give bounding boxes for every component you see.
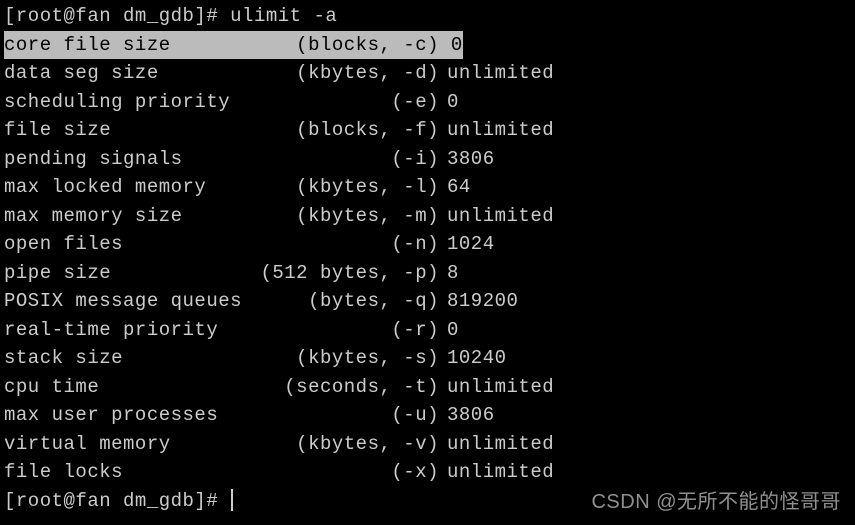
limit-value: 3806 xyxy=(439,401,495,430)
terminal[interactable]: [root@fan dm_gdb]# ulimit -a core file s… xyxy=(0,0,855,517)
output-row: file locks(-x)unlimited xyxy=(4,458,851,487)
output-row: POSIX message queues(bytes, -q)819200 xyxy=(4,287,851,316)
limit-unit: (-i) xyxy=(244,145,439,174)
limit-unit: (kbytes, -l) xyxy=(244,173,439,202)
entered-command: ulimit -a xyxy=(230,5,337,27)
limit-name: max user processes xyxy=(4,401,244,430)
limit-value: 0 xyxy=(439,34,463,56)
limit-name: open files xyxy=(4,230,244,259)
output-row: virtual memory(kbytes, -v)unlimited xyxy=(4,430,851,459)
limit-name: file size xyxy=(4,116,244,145)
limit-value: 0 xyxy=(439,88,459,117)
limit-value: 3806 xyxy=(439,145,495,174)
shell-prompt: [root@fan dm_gdb]# xyxy=(4,490,230,512)
limit-unit: (-x) xyxy=(244,458,439,487)
limit-unit: (kbytes, -v) xyxy=(244,430,439,459)
output-row: pipe size(512 bytes, -p)8 xyxy=(4,259,851,288)
limit-value: unlimited xyxy=(439,430,554,459)
output-row: max memory size(kbytes, -m)unlimited xyxy=(4,202,851,231)
cursor xyxy=(231,489,233,511)
limit-unit: (blocks, -c) xyxy=(244,31,439,60)
limit-value: 10240 xyxy=(439,344,507,373)
limit-unit: (kbytes, -d) xyxy=(244,59,439,88)
output-row: max user processes(-u)3806 xyxy=(4,401,851,430)
limit-value: unlimited xyxy=(439,202,554,231)
highlighted-row: core file size(blocks, -c) 0 xyxy=(4,31,463,60)
watermark: CSDN @无所不能的怪哥哥 xyxy=(591,487,841,517)
limit-unit: (seconds, -t) xyxy=(244,373,439,402)
output-row: file size(blocks, -f)unlimited xyxy=(4,116,851,145)
limit-name: cpu time xyxy=(4,373,244,402)
limit-unit: (kbytes, -m) xyxy=(244,202,439,231)
limit-unit: (bytes, -q) xyxy=(244,287,439,316)
output-row: data seg size(kbytes, -d)unlimited xyxy=(4,59,851,88)
limit-value: unlimited xyxy=(439,59,554,88)
limit-name: real-time priority xyxy=(4,316,244,345)
limit-unit: (blocks, -f) xyxy=(244,116,439,145)
limit-unit: (-n) xyxy=(244,230,439,259)
limit-name: pending signals xyxy=(4,145,244,174)
limit-value: unlimited xyxy=(439,373,554,402)
limit-value: unlimited xyxy=(439,116,554,145)
limit-unit: (512 bytes, -p) xyxy=(244,259,439,288)
limit-name: scheduling priority xyxy=(4,88,244,117)
limit-name: file locks xyxy=(4,458,244,487)
output-row: stack size(kbytes, -s)10240 xyxy=(4,344,851,373)
output-row: scheduling priority(-e)0 xyxy=(4,88,851,117)
limit-unit: (-u) xyxy=(244,401,439,430)
limit-unit: (kbytes, -s) xyxy=(244,344,439,373)
output-row: pending signals(-i)3806 xyxy=(4,145,851,174)
limit-name: data seg size xyxy=(4,59,244,88)
limit-unit: (-e) xyxy=(244,88,439,117)
output-row: core file size(blocks, -c) 0 xyxy=(4,31,851,60)
limit-name: virtual memory xyxy=(4,430,244,459)
limit-unit: (-r) xyxy=(244,316,439,345)
limit-value: 8 xyxy=(439,259,459,288)
output-row: real-time priority(-r)0 xyxy=(4,316,851,345)
limit-value: 64 xyxy=(439,173,471,202)
limit-value: 819200 xyxy=(439,287,518,316)
limit-name: core file size xyxy=(4,31,244,60)
shell-prompt: [root@fan dm_gdb]# xyxy=(4,5,230,27)
limit-name: max memory size xyxy=(4,202,244,231)
output-rows: core file size(blocks, -c) 0data seg siz… xyxy=(4,31,851,487)
command-line: [root@fan dm_gdb]# ulimit -a xyxy=(4,2,851,31)
limit-name: POSIX message queues xyxy=(4,287,244,316)
limit-value: 0 xyxy=(439,316,459,345)
output-row: open files(-n)1024 xyxy=(4,230,851,259)
output-row: max locked memory(kbytes, -l)64 xyxy=(4,173,851,202)
limit-name: max locked memory xyxy=(4,173,244,202)
limit-name: pipe size xyxy=(4,259,244,288)
output-row: cpu time(seconds, -t)unlimited xyxy=(4,373,851,402)
limit-value: 1024 xyxy=(439,230,495,259)
limit-name: stack size xyxy=(4,344,244,373)
limit-value: unlimited xyxy=(439,458,554,487)
